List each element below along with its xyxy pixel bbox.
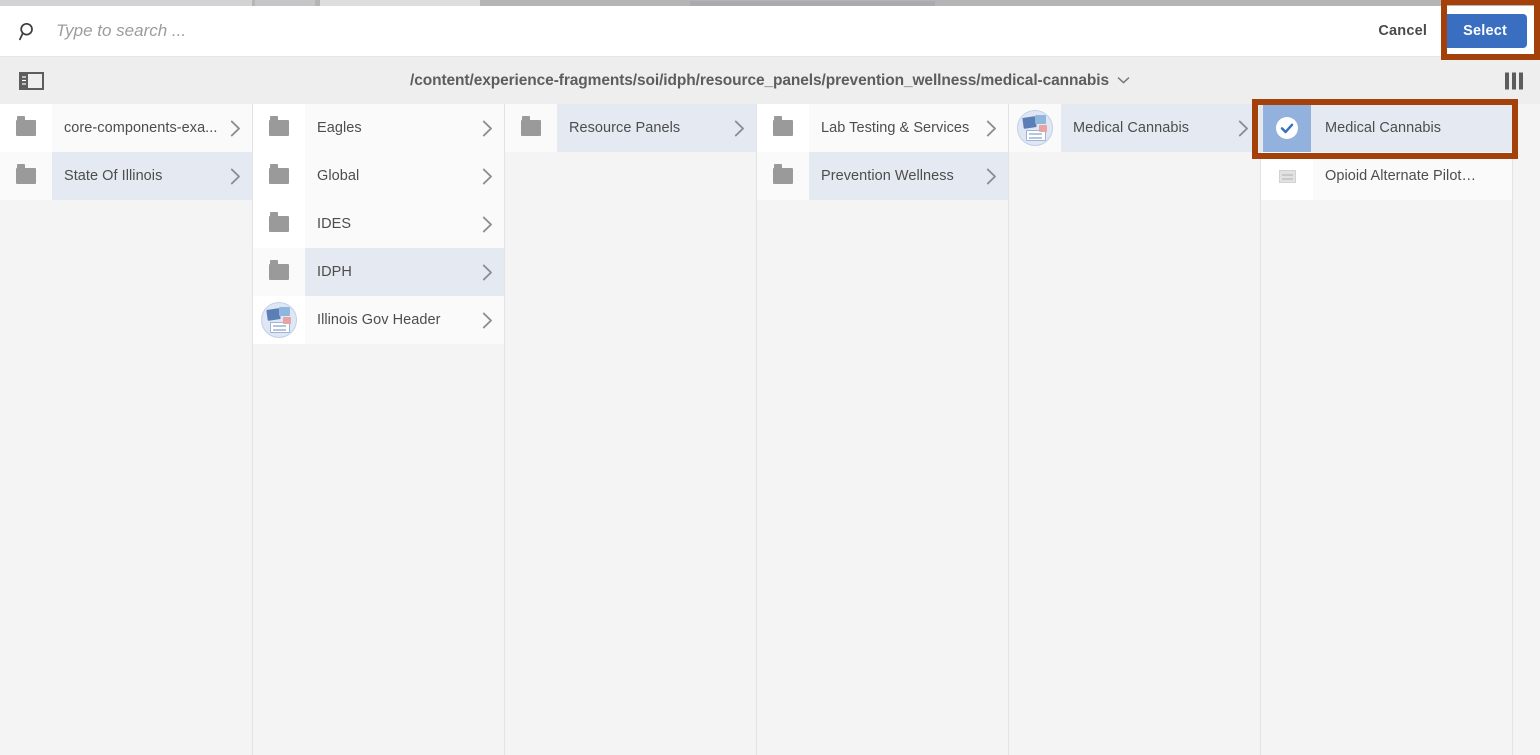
column-6: Medical Cannabis Opioid Alternate Pilot P…: [1261, 104, 1513, 755]
column-7-empty: [1513, 104, 1540, 755]
list-item-thumbnail: [253, 104, 305, 152]
folder-icon: [521, 116, 541, 136]
search-icon: [0, 22, 56, 41]
list-item-label: Eagles: [317, 120, 362, 136]
list-item-thumbnail: [757, 152, 809, 200]
column-4: Lab Testing & Services Prevention Wellnes…: [757, 104, 1009, 755]
folder-icon: [773, 116, 793, 136]
experience-fragment-thumbnail: [261, 302, 297, 338]
list-item-label: Illinois Gov Header: [317, 312, 441, 328]
column-1: core-components-exa... State Of Illinois: [0, 104, 253, 755]
column-browser: core-components-exa... State Of Illinois E…: [0, 104, 1540, 755]
list-item-label: Lab Testing & Services: [821, 120, 970, 136]
list-item[interactable]: IDPH: [253, 248, 504, 296]
checked-thumbnail[interactable]: [1263, 104, 1311, 152]
list-item-thumbnail: [253, 296, 305, 344]
folder-icon: [269, 260, 289, 280]
list-item[interactable]: Global: [253, 152, 504, 200]
folder-icon: [269, 116, 289, 136]
list-item-label: IDES: [317, 216, 352, 232]
list-item-label: Prevention Wellness: [821, 168, 954, 184]
column-2: Eagles Global IDES IDPH Illinois Gov Header: [253, 104, 505, 755]
chevron-right-icon[interactable]: [722, 120, 756, 137]
column-view-bar-3: [1519, 72, 1523, 89]
column-view-bar-2: [1512, 72, 1516, 89]
folder-icon: [269, 164, 289, 184]
list-item-label: Resource Panels: [569, 120, 681, 136]
list-item[interactable]: Opioid Alternate Pilot Program: [1261, 152, 1512, 200]
list-item-thumbnail: [0, 104, 52, 152]
list-item-label: core-components-exa...: [64, 120, 218, 136]
chevron-right-icon[interactable]: [974, 168, 1008, 185]
breadcrumb[interactable]: /content/experience-fragments/soi/idph/r…: [0, 72, 1540, 90]
breadcrumb-path: /content/experience-fragments/soi/idph/r…: [410, 71, 1109, 89]
chevron-right-icon[interactable]: [470, 264, 504, 281]
path-toolbar: /content/experience-fragments/soi/idph/r…: [0, 57, 1540, 104]
list-item-label: Medical Cannabis: [1073, 120, 1190, 136]
list-item[interactable]: Medical Cannabis: [1009, 104, 1260, 152]
list-item-thumbnail[interactable]: [1261, 104, 1313, 152]
list-item[interactable]: Prevention Wellness: [757, 152, 1008, 200]
chevron-right-icon[interactable]: [974, 120, 1008, 137]
list-item-label: Medical Cannabis: [1325, 120, 1442, 136]
list-item[interactable]: Medical Cannabis: [1261, 104, 1512, 152]
list-item-label: IDPH: [317, 264, 352, 280]
list-item-label: Opioid Alternate Pilot Program: [1325, 168, 1478, 184]
folder-icon: [773, 164, 793, 184]
folder-icon: [16, 164, 36, 184]
column-5: Medical Cannabis: [1009, 104, 1261, 755]
column-view-bar-1: [1505, 72, 1509, 89]
list-item-thumbnail: [505, 104, 557, 152]
experience-fragment-thumbnail: [1017, 110, 1053, 146]
list-item-thumbnail: [757, 104, 809, 152]
list-item[interactable]: Eagles: [253, 104, 504, 152]
list-item-thumbnail: [253, 152, 305, 200]
search-bar: Cancel Select: [0, 6, 1540, 57]
cancel-button[interactable]: Cancel: [1366, 17, 1439, 45]
column-3: Resource Panels: [505, 104, 757, 755]
list-item[interactable]: Lab Testing & Services: [757, 104, 1008, 152]
list-item[interactable]: Illinois Gov Header: [253, 296, 504, 344]
chevron-right-icon[interactable]: [470, 168, 504, 185]
list-item-thumbnail: [253, 200, 305, 248]
list-item-thumbnail: [1261, 152, 1313, 200]
list-item[interactable]: State Of Illinois: [0, 152, 252, 200]
list-item-thumbnail: [253, 248, 305, 296]
check-icon: [1276, 117, 1298, 139]
list-item[interactable]: core-components-exa...: [0, 104, 252, 152]
list-item-thumbnail: [1009, 104, 1061, 152]
column-view-icon[interactable]: [1505, 72, 1523, 89]
select-button[interactable]: Select: [1443, 14, 1527, 48]
chevron-right-icon[interactable]: [470, 120, 504, 137]
list-item-label: Global: [317, 168, 360, 184]
chevron-down-icon[interactable]: [1117, 74, 1130, 87]
chevron-right-icon[interactable]: [470, 216, 504, 233]
chevron-right-icon[interactable]: [470, 312, 504, 329]
folder-icon: [16, 116, 36, 136]
chevron-right-icon[interactable]: [1226, 120, 1260, 137]
list-item-label: State Of Illinois: [64, 168, 163, 184]
chevron-right-icon[interactable]: [218, 120, 252, 137]
search-input[interactable]: [56, 21, 1367, 41]
list-item[interactable]: Resource Panels: [505, 104, 756, 152]
page-icon: [1278, 169, 1296, 183]
list-item-thumbnail: [0, 152, 52, 200]
list-item[interactable]: IDES: [253, 200, 504, 248]
chevron-right-icon[interactable]: [218, 168, 252, 185]
folder-icon: [269, 212, 289, 232]
